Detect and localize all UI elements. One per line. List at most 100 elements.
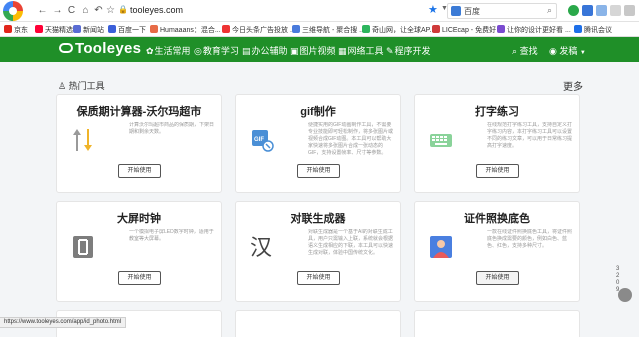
- search-icon: ⌕: [512, 46, 518, 56]
- bookmark-item[interactable]: 百度一下: [108, 25, 146, 35]
- card-description: 一个模拟电子屏LED数字时钟，适用于教室等大屏幕。: [129, 229, 214, 242]
- card-description: 对联生成器是一个基于AI的对联生成工具，用户只需输入上联，系统就会根据语义生成相…: [308, 229, 394, 256]
- keyboard-icon: [430, 134, 452, 147]
- bookmark-label: 京东: [14, 27, 28, 34]
- start-button[interactable]: 开始使用: [118, 164, 161, 178]
- status-bar-url: https://www.tooleyes.com/app/id_photo.ht…: [0, 317, 127, 328]
- nav-item-network[interactable]: ▦网络工具: [338, 44, 384, 57]
- sort-arrows-icon: [73, 129, 92, 151]
- bookmark-item[interactable]: 奇山网，让全球AP...: [362, 25, 435, 35]
- nav-item-life[interactable]: ✿生活常用: [146, 44, 191, 57]
- nav-item-dev[interactable]: ✎程序开发: [386, 44, 431, 57]
- section-title-text: 热门工具: [68, 81, 105, 91]
- back-to-top-icon[interactable]: [618, 288, 632, 302]
- tool-card[interactable]: 大屏时钟 一个模拟电子屏LED数字时钟，适用于教室等大屏幕。 开始使用: [56, 201, 222, 302]
- search-link[interactable]: ⌕ 查找: [512, 44, 538, 57]
- extension-icon-4[interactable]: [610, 5, 621, 16]
- back-button[interactable]: ←: [36, 4, 49, 17]
- browser-search-box[interactable]: 百度 ⌕: [447, 3, 557, 19]
- tool-card[interactable]: 打字练习 在线规范打字练习工具，支持自定义打字练习内容，本打字练习工具可以设置不…: [414, 94, 580, 193]
- tool-card[interactable]: 对联生成器 汉 对联生成器是一个基于AI的对联生成工具，用户只需输入上联，系统就…: [235, 201, 401, 302]
- nav-label: 程序开发: [394, 46, 431, 56]
- bookmark-label: 天猫精选: [45, 27, 73, 34]
- gif-icon: GIF: [252, 130, 274, 152]
- home-button[interactable]: ⌂: [79, 4, 92, 17]
- bookmark-item[interactable]: 让你的设计更好看 ...: [497, 25, 571, 35]
- bookmark-label: 让你的设计更好看 ...: [507, 27, 571, 34]
- bookmark-item[interactable]: LICEcap - 免费好 ...: [432, 25, 504, 35]
- bookmark-favicon-icon: [108, 25, 116, 33]
- tool-card-partial[interactable]: [414, 310, 580, 337]
- card-description: 计算沃尔玛超市商品的保质期，下架日期和剩余天数。: [129, 122, 215, 135]
- favorite-star-icon[interactable]: ★: [428, 3, 438, 16]
- site-logo[interactable]: Tooleyes: [59, 40, 141, 57]
- bookmark-favicon-icon: [292, 25, 300, 33]
- search-label: 查找: [519, 46, 538, 56]
- magnifier-icon[interactable]: ⌕: [547, 5, 552, 16]
- post-label: 发稿: [559, 46, 578, 56]
- tool-card[interactable]: 保质期计算器-沃尔玛超市 计算沃尔玛超市商品的保质期，下架日期和剩余天数。 开始…: [56, 94, 222, 193]
- bookmark-label: 今日头条广告投放 ...: [232, 27, 296, 34]
- nav-label: 图片视频: [299, 46, 336, 56]
- forward-button[interactable]: →: [51, 4, 64, 17]
- tool-card-partial[interactable]: [235, 310, 401, 337]
- card-title: 保质期计算器-沃尔玛超市: [76, 106, 202, 118]
- post-menu[interactable]: ◉ 发稿 ▼: [549, 44, 586, 57]
- nav-item-media[interactable]: ▣图片视频: [290, 44, 336, 57]
- bookmark-favicon-icon: [222, 25, 230, 33]
- nav-label: 生活常用: [154, 46, 191, 56]
- browser-toolbar: ← → C ⌂ ↶ ☆ 🔒 tooleyes.com ★ ▼ 百度 ⌕: [0, 0, 639, 22]
- flower-icon: ✿: [146, 46, 154, 56]
- start-button[interactable]: 开始使用: [118, 271, 161, 285]
- search-engine-label: 百度: [464, 7, 480, 16]
- image-icon: ▣: [290, 46, 299, 56]
- reload-button[interactable]: C: [65, 4, 78, 17]
- bookmark-label: Humaaans：混合...: [160, 27, 221, 34]
- bookmark-favicon-icon: [4, 25, 12, 33]
- thumb-up-icon: ♙: [58, 81, 67, 91]
- bookmark-label: 奇山网，让全球AP...: [372, 27, 436, 34]
- extension-icon-3[interactable]: [596, 5, 607, 16]
- nav-item-education[interactable]: ◎教育学习: [194, 44, 239, 57]
- menu-icon[interactable]: [624, 5, 635, 16]
- card-title: 对联生成器: [290, 213, 346, 225]
- id-photo-icon: [430, 236, 452, 258]
- bookmark-label: 百度一下: [118, 27, 146, 34]
- pen-icon: ✎: [386, 46, 394, 56]
- start-button[interactable]: 开始使用: [476, 164, 519, 178]
- nav-item-office[interactable]: ▤办公辅助: [242, 44, 288, 57]
- chinese-character-icon: 汉: [250, 236, 272, 261]
- bookmark-item[interactable]: 今日头条广告投放 ...: [222, 25, 296, 35]
- bookmark-item[interactable]: Humaaans：混合...: [150, 25, 221, 35]
- bookmark-button[interactable]: ☆: [104, 4, 117, 17]
- bookmark-item[interactable]: 天猫精选: [35, 25, 73, 35]
- start-button[interactable]: 开始使用: [297, 271, 340, 285]
- tool-card[interactable]: gif制作 GIF 便捷实用的GIF动画制作工具，不需要专业技能即可轻松制作，将…: [235, 94, 401, 193]
- bookmark-label: 腾讯会议: [584, 27, 612, 34]
- extension-icon-1[interactable]: [568, 5, 579, 16]
- card-title: 打字练习: [475, 106, 519, 118]
- bookmark-label: 新闻站: [83, 27, 104, 34]
- site-header: Tooleyes ✿生活常用 ◎教育学习 ▤办公辅助 ▣图片视频 ▦网络工具 ✎…: [0, 37, 639, 62]
- start-button[interactable]: 开始使用: [476, 271, 519, 285]
- nav-label: 网络工具: [347, 46, 384, 56]
- bookmark-favicon-icon: [497, 25, 505, 33]
- extension-icon-2[interactable]: [582, 5, 593, 16]
- more-link[interactable]: 更多: [563, 78, 583, 93]
- bookmark-favicon-icon: [432, 25, 440, 33]
- document-icon: ▤: [242, 46, 251, 56]
- bookmark-item[interactable]: 腾讯会议: [574, 25, 612, 35]
- bookmark-item[interactable]: 新闻站: [73, 25, 104, 35]
- digital-clock-icon: [73, 236, 93, 258]
- browser-logo-icon[interactable]: [3, 1, 23, 21]
- tool-card[interactable]: 证件照换底色 一款在线证件照换底色工具，将证件照底色换成需要的颜色，例如白色、蓝…: [414, 201, 580, 302]
- bookmark-item[interactable]: 京东: [4, 25, 28, 35]
- eye-logo-icon: [59, 43, 73, 53]
- address-bar[interactable]: tooleyes.com: [130, 5, 183, 15]
- chevron-down-icon: ▼: [579, 50, 586, 56]
- svg-text:汉: 汉: [250, 236, 272, 261]
- card-description: 便捷实用的GIF动画制作工具，不需要专业技能即可轻松制作，将多张图片或视频合成G…: [308, 122, 394, 156]
- bookmark-item[interactable]: 三维导航 - 聚合搜 ...: [292, 25, 365, 35]
- target-icon: ◎: [194, 46, 202, 56]
- start-button[interactable]: 开始使用: [297, 164, 340, 178]
